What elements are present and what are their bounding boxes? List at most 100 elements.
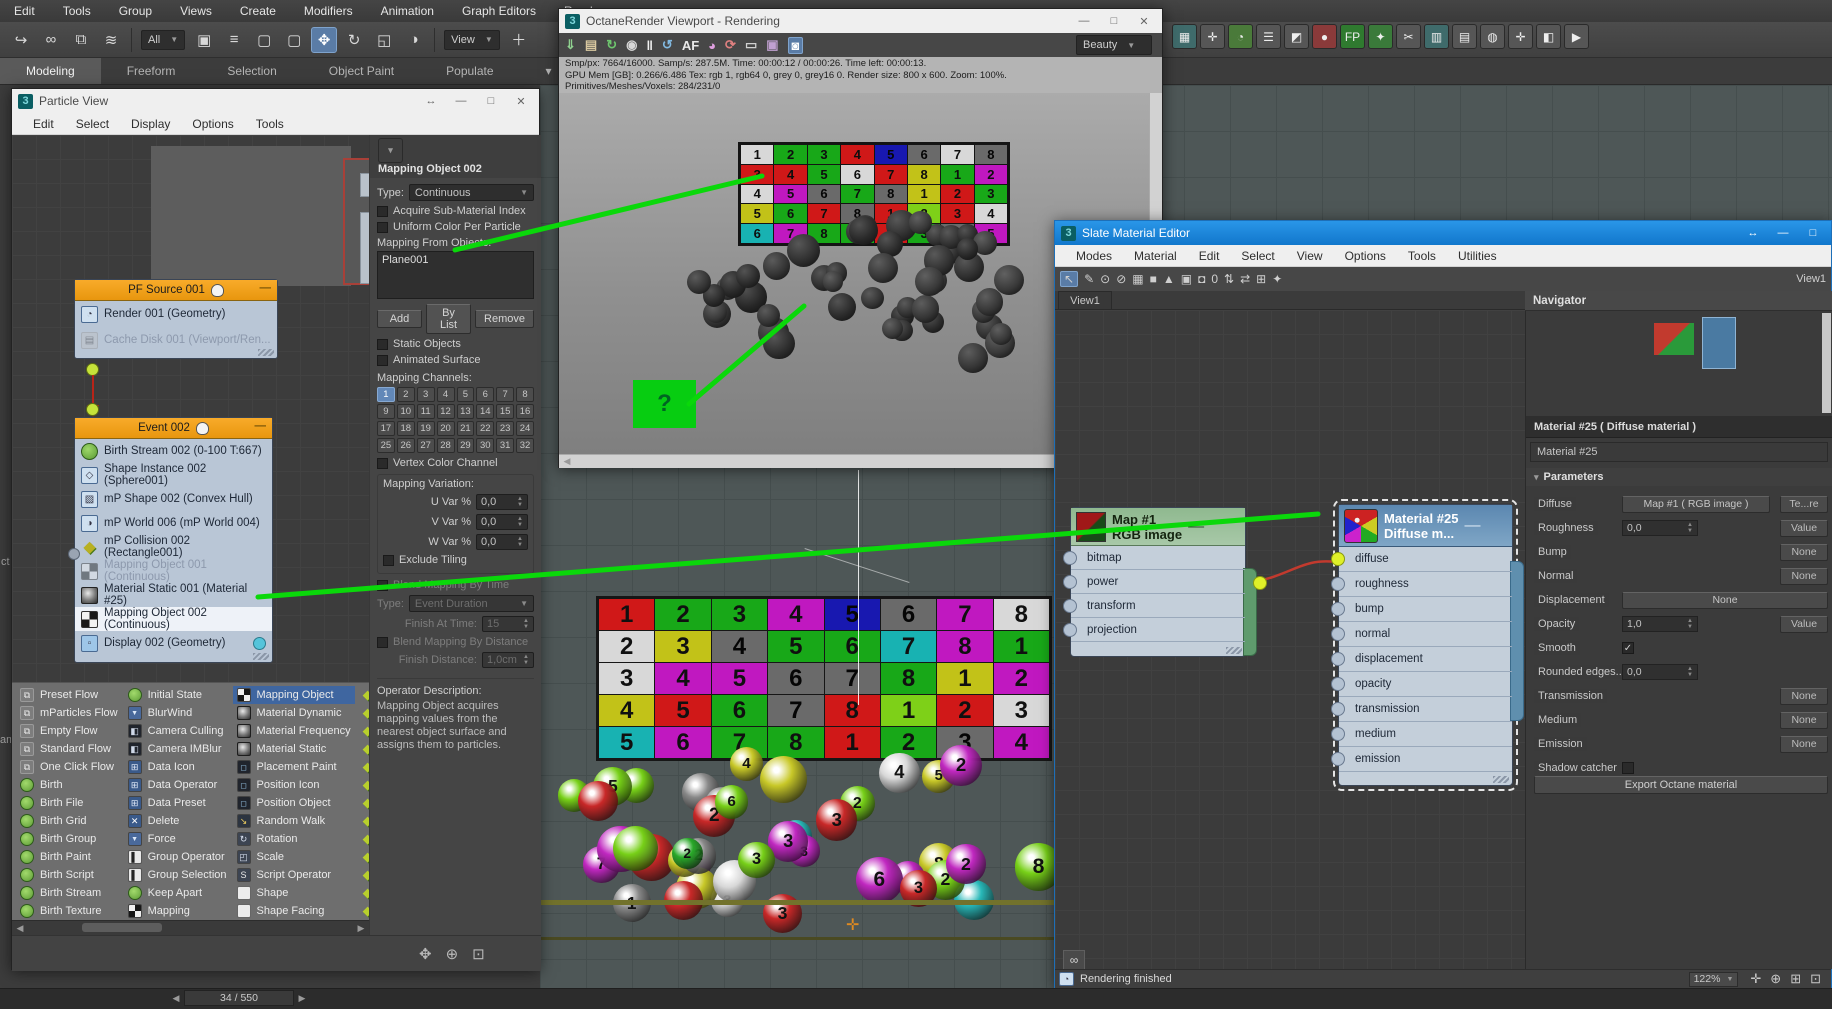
param-checkbox[interactable] [1622, 762, 1634, 774]
blend-time-checkbox[interactable] [377, 579, 388, 591]
depot-item-placement-paint[interactable]: Placement Paint [233, 758, 355, 776]
channel-button-32[interactable]: 32 [516, 438, 534, 453]
channel-button-10[interactable]: 10 [396, 404, 415, 419]
menu-create[interactable]: Create [226, 0, 290, 22]
depot-test-item[interactable] [357, 866, 369, 884]
depot-item-birth-file[interactable]: Birth File [16, 794, 122, 812]
depot-item-camera-culling[interactable]: Camera Culling [124, 722, 231, 740]
depot-item-random-walk[interactable]: Random Walk [233, 812, 355, 830]
scroll-left-icon[interactable]: ◀ [559, 456, 575, 467]
move-tool-icon[interactable]: ✥ [311, 26, 338, 53]
node-row-mapping-object-001[interactable]: Mapping Object 001 (Continuous) [75, 559, 272, 583]
diffuse-connector[interactable] [1331, 552, 1345, 566]
depot-item-birth-script[interactable]: Birth Script [16, 866, 122, 884]
map-node[interactable]: Map #1 RGB image — bitmap power transform p… [1063, 507, 1267, 657]
depot-item-position-object[interactable]: Position Object [233, 794, 355, 812]
octane-toolbar-icon[interactable]: ▤ [585, 37, 597, 53]
resize-grip[interactable] [253, 653, 269, 660]
channel-button-8[interactable]: 8 [516, 387, 534, 402]
export-octane-material-button[interactable]: Export Octane material [1534, 776, 1828, 794]
slate-titlebar[interactable]: 3 Slate Material Editor ↔ — □ [1055, 221, 1831, 245]
slate-toolbar-icon[interactable]: ↖ [1060, 271, 1079, 287]
depot-test-item[interactable] [357, 704, 369, 722]
animated-surface-checkbox[interactable] [377, 354, 388, 366]
resize-grip[interactable] [1493, 776, 1509, 783]
depot-item-data-operator[interactable]: Data Operator [124, 776, 231, 794]
u-var-spinner[interactable]: 0,0 ▲ ▼ [476, 494, 528, 510]
depot-item-camera-imblur[interactable]: Camera IMBlur [124, 740, 231, 758]
dock-icon[interactable]: ↔ [1741, 227, 1765, 239]
by-list-button[interactable]: By List [426, 304, 472, 334]
menu-tools[interactable]: Tools [1397, 249, 1447, 263]
depot-item-scale[interactable]: Scale [233, 848, 355, 866]
slot-diffuse[interactable]: diffuse [1331, 547, 1512, 572]
param-checkbox[interactable]: ✓ [1622, 642, 1634, 654]
menu-options[interactable]: Options [1334, 249, 1397, 263]
acquire-sub-material-index-checkbox[interactable] [377, 205, 388, 217]
toolbar-icon[interactable]: ◧ [1536, 24, 1561, 49]
reference-coordsys-dropdown[interactable]: View ▼ [444, 29, 500, 50]
channel-button-18[interactable]: 18 [396, 421, 415, 436]
prev-frame-icon[interactable]: ◀ [170, 993, 182, 1004]
minimize-icon[interactable]: — [1072, 15, 1096, 27]
bitmap-connector[interactable] [1063, 551, 1077, 565]
depot-test-item[interactable] [357, 812, 369, 830]
binoculars-icon[interactable]: ∞ [1063, 950, 1085, 969]
channel-button-12[interactable]: 12 [436, 404, 455, 419]
wide-none-button[interactable]: None [1622, 591, 1828, 609]
node-row-material-static-001[interactable]: Material Static 001 (Material #25) [75, 583, 272, 607]
spinner-arrows-icon[interactable]: ▲ ▼ [517, 536, 523, 548]
bump-connector[interactable] [1331, 602, 1345, 616]
depot-test-item[interactable] [357, 722, 369, 740]
channel-button-23[interactable]: 23 [496, 421, 515, 436]
zoom-dropdown[interactable]: 122% ▼ [1688, 971, 1739, 987]
minimize-icon[interactable]: — [1771, 227, 1795, 239]
depot-item-initial-state[interactable]: Initial State [124, 686, 231, 704]
event-node[interactable]: Event 002 — Birth Stream 002 (0-100 T:66… [68, 417, 273, 663]
depot-test-item[interactable] [357, 776, 369, 794]
slot-bitmap[interactable]: bitmap [1063, 546, 1245, 570]
slot-opacity[interactable]: opacity [1331, 672, 1512, 697]
slate-toolbar-icon[interactable]: ▲ [1163, 272, 1175, 286]
menu-animation[interactable]: Animation [367, 0, 448, 22]
node-row-mp-collision-002[interactable]: mP Collision 002 (Rectangle001) [75, 535, 272, 559]
octane-toolbar-icon[interactable]: ◙ [787, 36, 804, 54]
depot-item-shape[interactable]: Shape [233, 884, 355, 902]
slot-normal[interactable]: normal [1331, 622, 1512, 647]
menu-group[interactable]: Group [105, 0, 166, 22]
octane-toolbar-icon[interactable]: ▭ [745, 37, 757, 53]
dock-icon[interactable]: ↔ [419, 95, 443, 107]
node-row-birth-stream-002[interactable]: Birth Stream 002 (0-100 T:667) [75, 439, 272, 463]
toolbar-icon[interactable]: ↪ [8, 27, 34, 53]
param-slot-button[interactable]: Value [1780, 615, 1828, 633]
channel-button-16[interactable]: 16 [516, 404, 534, 419]
menu-views[interactable]: Views [166, 0, 226, 22]
v-var-spinner[interactable]: 0,0 ▲ ▼ [476, 514, 528, 530]
event-header[interactable]: Event 002 — [75, 418, 272, 439]
depot-test-item[interactable] [357, 848, 369, 866]
normal-connector[interactable] [1331, 627, 1345, 641]
slot-power[interactable]: power [1063, 570, 1245, 594]
node-row-mp-world-006[interactable]: mP World 006 (mP World 004) [75, 511, 272, 535]
octane-toolbar-icon[interactable]: ‖ [646, 38, 652, 53]
menu-options[interactable]: Options [181, 117, 244, 131]
depot-item-force[interactable]: Force [124, 830, 231, 848]
slot-roughness[interactable]: roughness [1331, 572, 1512, 597]
menu-graph-editors[interactable]: Graph Editors [448, 0, 550, 22]
param-slot-button[interactable]: None [1780, 711, 1828, 729]
toolbar-icon[interactable]: ◑ [401, 27, 427, 53]
spinner-arrows-icon[interactable]: ▲ ▼ [517, 496, 523, 508]
octane-toolbar-icon[interactable]: ◕ [708, 38, 716, 53]
material-name-field[interactable]: Material #25 [1530, 442, 1828, 462]
channel-button-26[interactable]: 26 [396, 438, 415, 453]
depot-item-group-operator[interactable]: Group Operator [124, 848, 231, 866]
toolbar-icon[interactable]: ◔ [1228, 24, 1253, 49]
toolbar-icon[interactable]: ◱ [371, 27, 397, 53]
collapse-icon[interactable]: — [260, 282, 272, 294]
emission-connector[interactable] [1331, 752, 1345, 766]
toolbar-icon[interactable]: ✛ [1200, 24, 1225, 49]
tab-view1[interactable]: View1 [1058, 291, 1112, 309]
collapse-icon[interactable]: — [1464, 517, 1480, 535]
navigator-panel[interactable] [1525, 311, 1832, 416]
spinner-arrows-icon[interactable]: ▲ ▼ [1687, 666, 1693, 678]
